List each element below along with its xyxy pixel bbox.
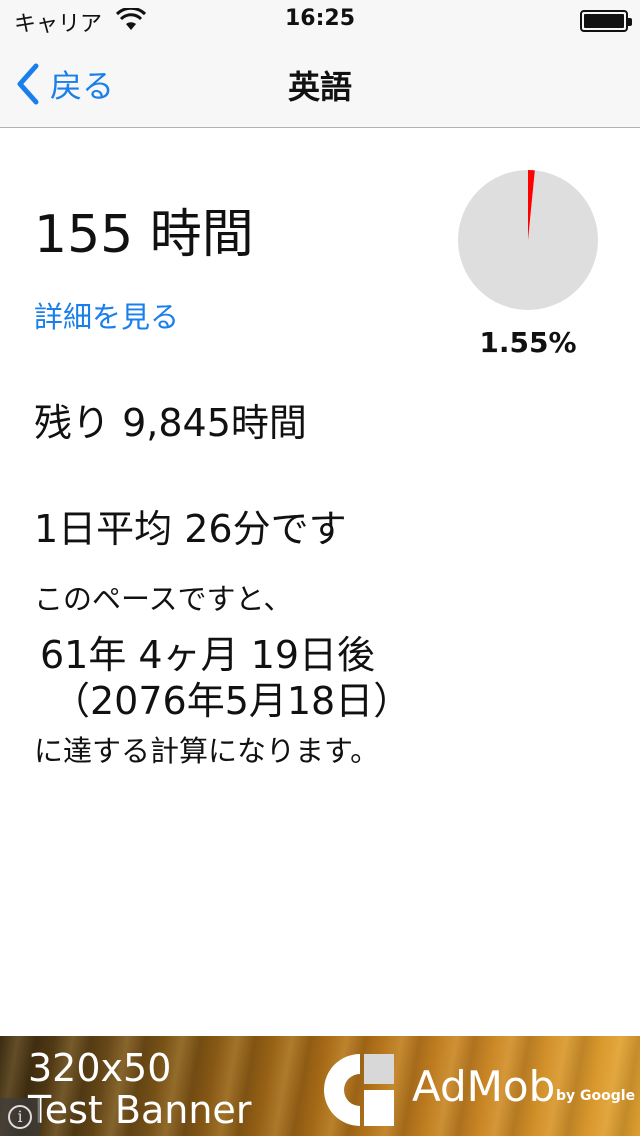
page-title: 英語 [287, 68, 352, 106]
admob-logo-icon [324, 1054, 394, 1126]
battery-icon [580, 10, 632, 32]
progress-percent: 1.55% [479, 326, 577, 359]
remaining-hours: 残り 9,845時間 [34, 401, 307, 445]
status-time: 16:25 [284, 6, 356, 31]
pace-intro: このペースですと、 [34, 582, 293, 616]
eta-date: （2076年5月18日） [52, 679, 412, 723]
navigation-bar: 戻る 英語 [0, 40, 640, 128]
daily-average: 1日平均 26分です [34, 507, 347, 551]
ad-banner[interactable]: 320x50 Test Banner AdMob by Google i [0, 1036, 640, 1136]
reach-text: に達する計算になります。 [34, 734, 380, 768]
ad-test-text: Test Banner [28, 1088, 252, 1132]
ad-size-text: 320x50 [28, 1046, 172, 1090]
ad-by-google: by Google [556, 1088, 636, 1104]
status-bar: キャリア 16:25 [0, 0, 640, 40]
info-icon: i [8, 1105, 32, 1129]
total-hours: 155 時間 [34, 205, 254, 265]
progress-pie-chart [458, 170, 598, 310]
ad-brand: AdMob [412, 1062, 556, 1111]
ad-info-button[interactable]: i [0, 1098, 40, 1136]
detail-link[interactable]: 詳細を見る [34, 294, 179, 336]
